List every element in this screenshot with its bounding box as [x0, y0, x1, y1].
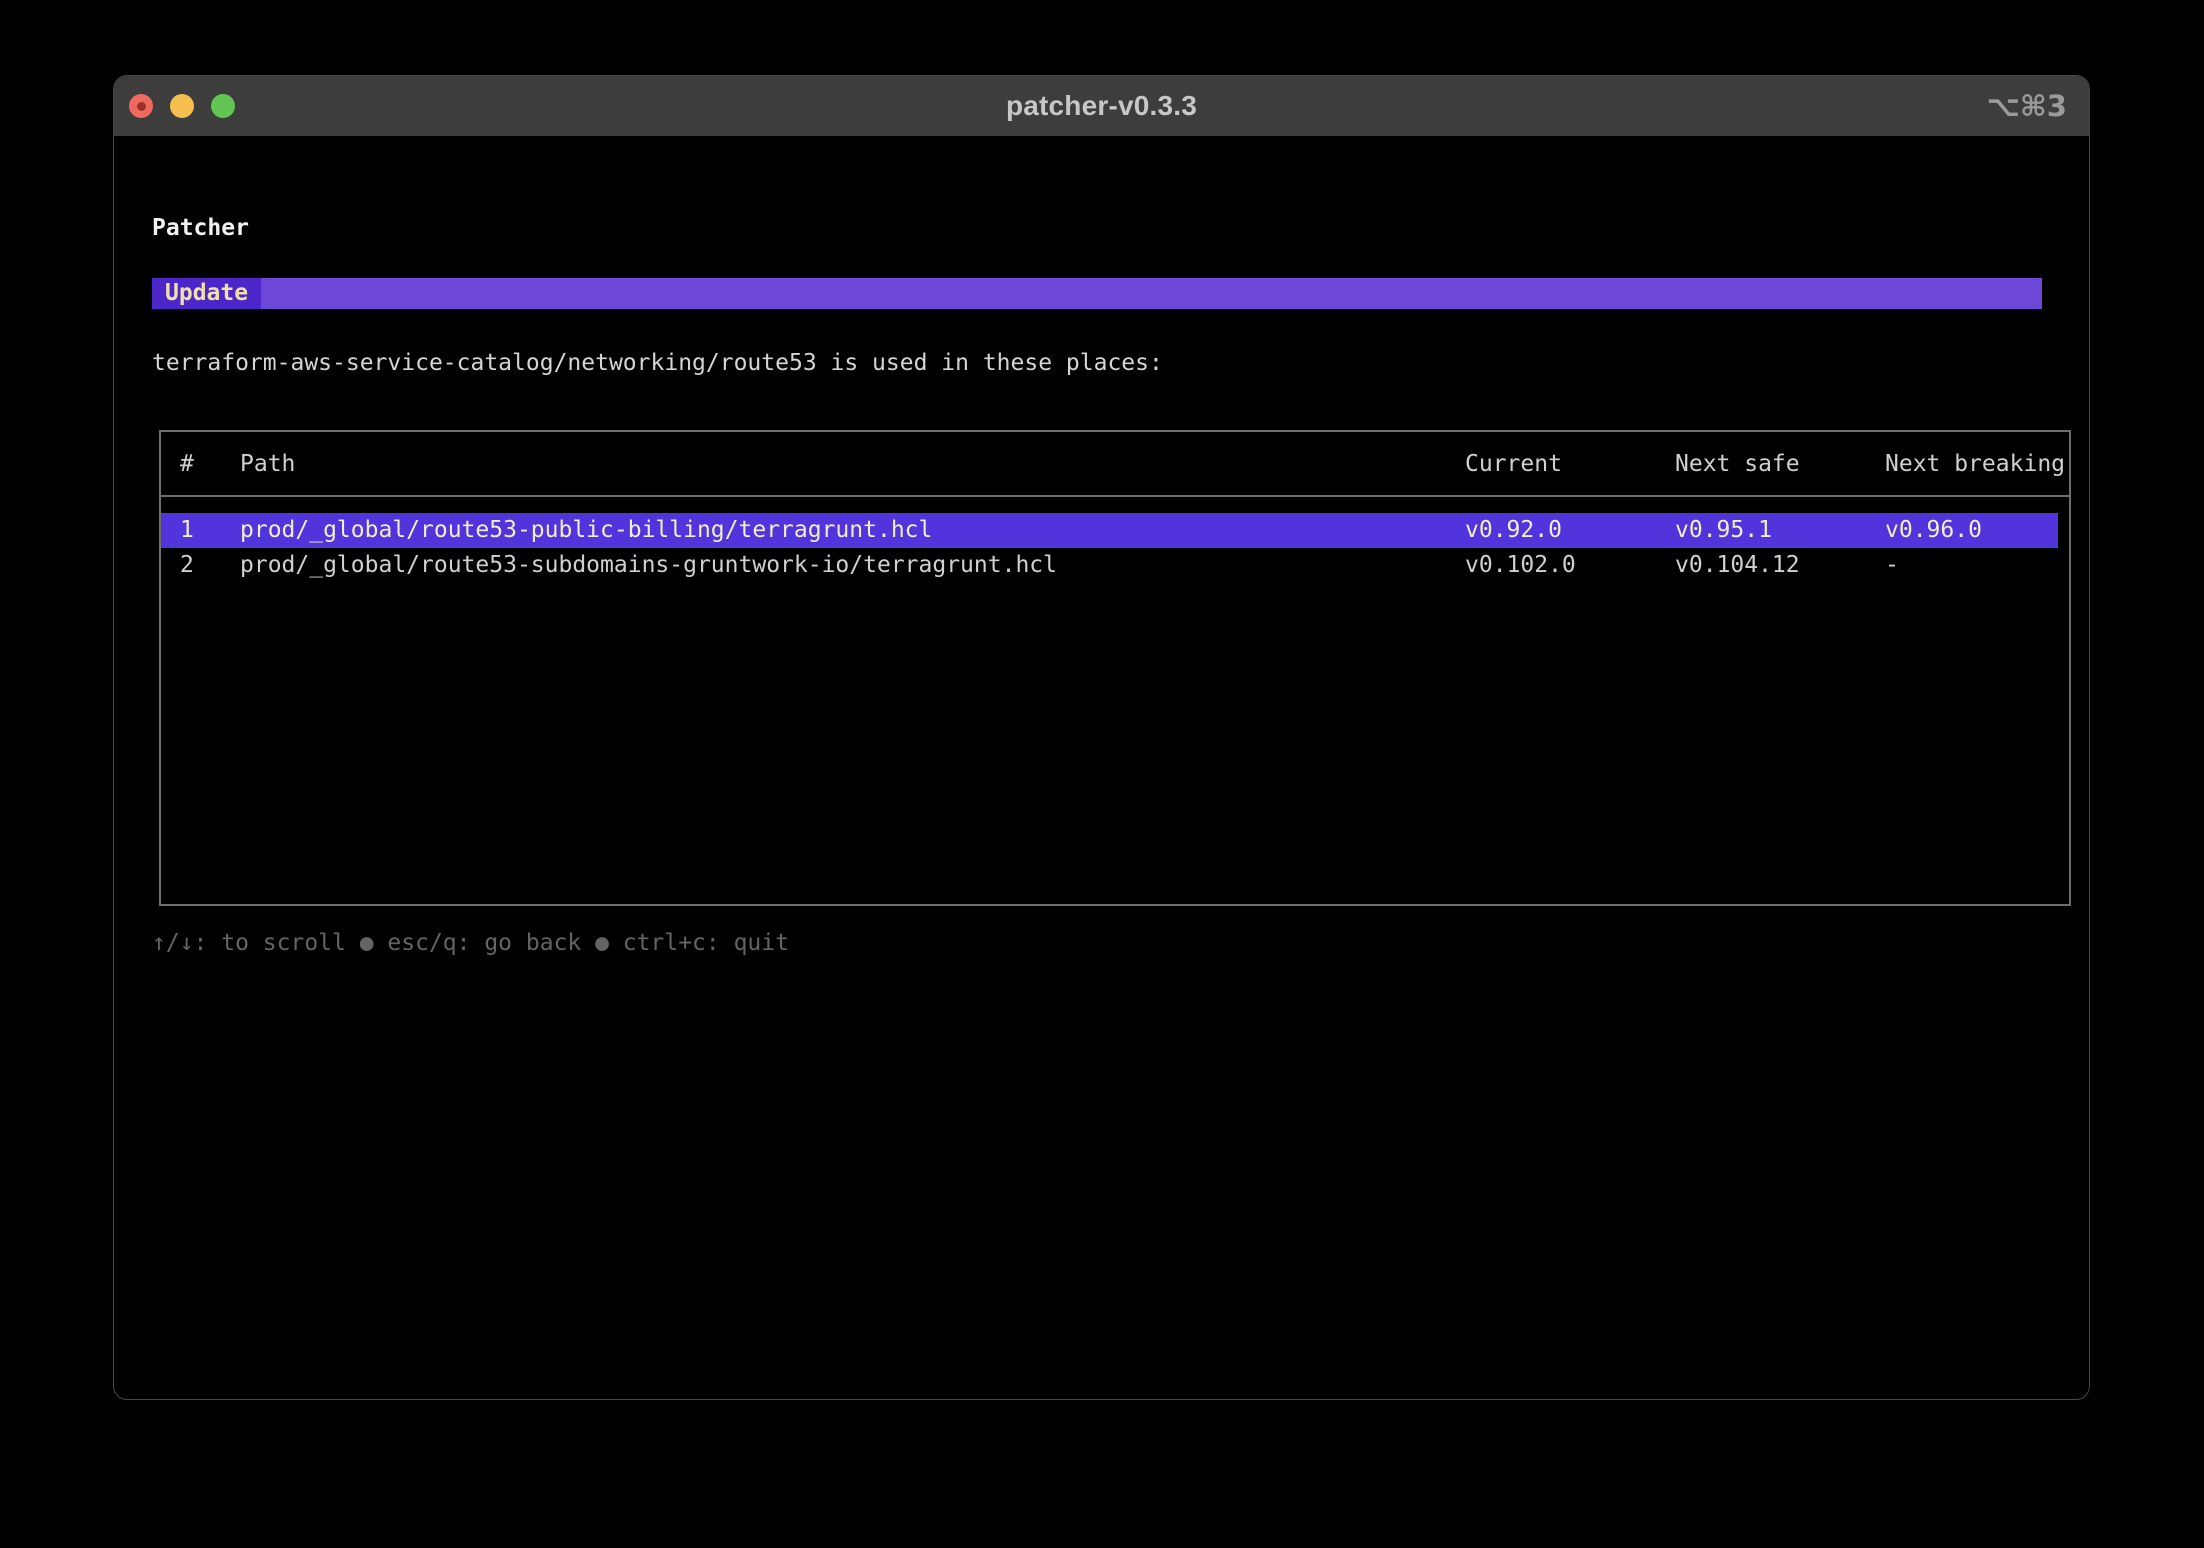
close-button[interactable]: [129, 94, 153, 118]
table-row-selected[interactable]: 1 prod/_global/route53-public-billing/te…: [161, 513, 2058, 548]
terminal-content: Patcher Update terraform-aws-service-cat…: [114, 136, 2089, 961]
app-heading: Patcher: [152, 211, 2089, 246]
usage-description: terraform-aws-service-catalog/networking…: [152, 346, 2089, 381]
col-header-next-safe: Next safe: [1675, 447, 1885, 482]
table-header-separator: [161, 495, 2069, 497]
traffic-lights: [129, 76, 235, 136]
usage-table: # Path Current Next safe Next breaking 1…: [159, 430, 2071, 906]
tab-bar-fill: [261, 278, 2042, 309]
table-header: # Path Current Next safe Next breaking: [161, 432, 2069, 482]
cell-path: prod/_global/route53-subdomains-gruntwor…: [240, 548, 1465, 583]
cell-num: 1: [180, 513, 240, 548]
cell-num: 2: [180, 548, 240, 583]
tab-update[interactable]: Update: [152, 278, 261, 309]
col-header-next-breaking: Next breaking: [1885, 447, 2069, 482]
cell-next-safe: v0.95.1: [1675, 513, 1885, 548]
cell-current: v0.92.0: [1465, 513, 1675, 548]
table-rows: 1 prod/_global/route53-public-billing/te…: [161, 513, 2069, 583]
cell-next-breaking: -: [1885, 548, 2069, 583]
table-row[interactable]: 2 prod/_global/route53-subdomains-gruntw…: [161, 548, 2069, 583]
help-bar: ↑/↓: to scroll ● esc/q: go back ● ctrl+c…: [152, 926, 2089, 961]
cell-next-breaking: v0.96.0: [1885, 513, 2058, 548]
col-header-current: Current: [1465, 447, 1675, 482]
titlebar[interactable]: patcher-v0.3.3 ⌥⌘3: [114, 76, 2089, 136]
zoom-button[interactable]: [211, 94, 235, 118]
modified-indicator-dot: [137, 102, 146, 111]
keyboard-shortcut-hint: ⌥⌘3: [1986, 76, 2067, 136]
col-header-num: #: [180, 447, 240, 482]
terminal-window: patcher-v0.3.3 ⌥⌘3 Patcher Update terraf…: [113, 75, 2090, 1400]
cell-path: prod/_global/route53-public-billing/terr…: [240, 513, 1465, 548]
window-title: patcher-v0.3.3: [114, 90, 2089, 122]
col-header-path: Path: [240, 447, 1465, 482]
tab-bar: Update: [152, 278, 2042, 309]
cell-next-safe: v0.104.12: [1675, 548, 1885, 583]
minimize-button[interactable]: [170, 94, 194, 118]
cell-current: v0.102.0: [1465, 548, 1675, 583]
